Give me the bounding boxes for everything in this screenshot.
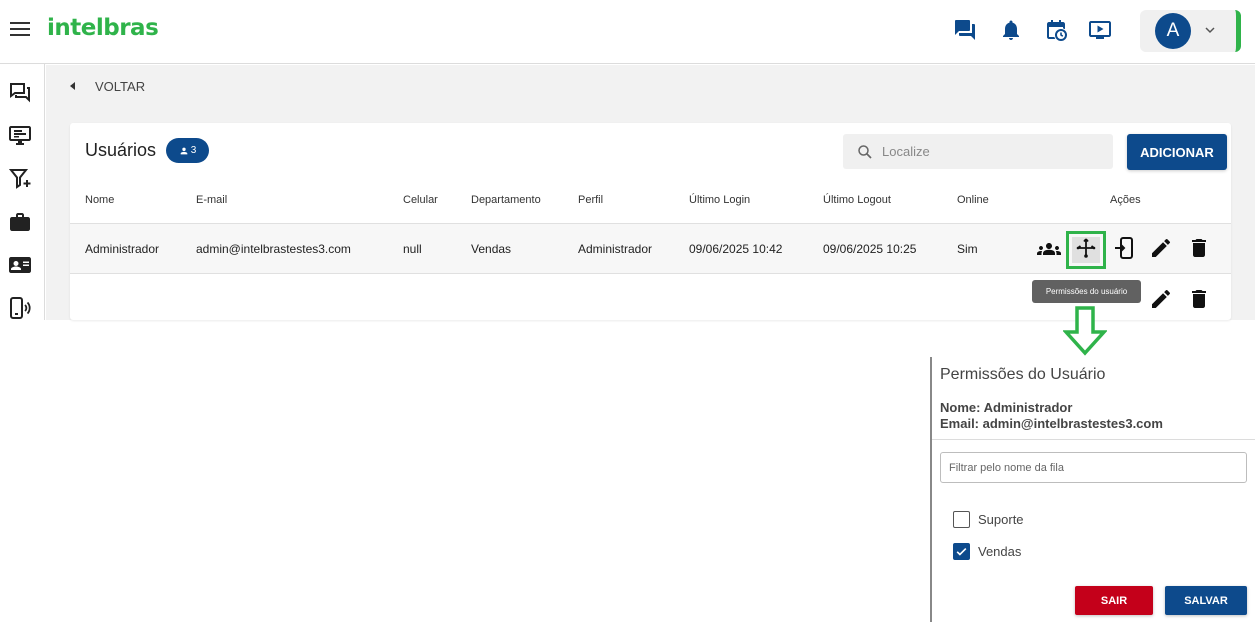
- chat-icon[interactable]: [8, 80, 32, 104]
- filter-add-icon[interactable]: [8, 166, 32, 190]
- search-box: [843, 134, 1113, 169]
- search-input[interactable]: [882, 144, 1102, 159]
- table-row[interactable]: Administrador admin@intelbrastestes3.com…: [70, 224, 1231, 274]
- caret-left-icon: [70, 82, 75, 90]
- edit-icon[interactable]: [1149, 287, 1173, 311]
- dialog-title: Permissões do Usuário: [940, 366, 1106, 383]
- option-vendas[interactable]: Vendas: [953, 542, 1021, 560]
- option-label: Suporte: [978, 511, 1024, 527]
- person-icon: [180, 147, 188, 154]
- dialog-user-email: Email: admin@intelbrastestes3.com: [940, 416, 1163, 431]
- chat-icon[interactable]: [953, 18, 977, 42]
- delete-icon[interactable]: [1187, 287, 1211, 311]
- exit-button[interactable]: SAIR: [1075, 586, 1153, 615]
- permissions-dialog: Permissões do Usuário Nome: Administrado…: [930, 357, 1255, 622]
- column-header-ultimo-login: Último Login: [689, 194, 751, 206]
- user-count: 3: [190, 145, 197, 156]
- chevron-down-icon: [1205, 27, 1215, 34]
- user-menu[interactable]: A: [1140, 10, 1241, 52]
- add-user-button[interactable]: ADICIONAR: [1127, 134, 1227, 170]
- permissions-tooltip: Permissões do usuário: [1032, 280, 1141, 303]
- option-label: Vendas: [978, 543, 1022, 559]
- column-header-nome: Nome: [85, 194, 115, 206]
- menu-icon[interactable]: [10, 22, 30, 38]
- cell-email: admin@intelbrastestes3.com: [196, 242, 351, 256]
- back-link[interactable]: VOLTAR: [70, 77, 145, 95]
- column-header-celular: Celular: [403, 194, 438, 206]
- cell-ultimo-logout: 09/06/2025 10:25: [823, 242, 917, 256]
- user-count-badge: 3: [166, 138, 209, 163]
- delete-icon[interactable]: [1187, 236, 1211, 260]
- column-header-departamento: Departamento: [471, 194, 541, 206]
- queue-filter-input[interactable]: [940, 452, 1247, 483]
- dialog-user-name: Nome: Administrador: [940, 400, 1073, 415]
- bell-icon[interactable]: [999, 18, 1023, 42]
- users-icon[interactable]: [1037, 237, 1061, 261]
- phone-signal-icon[interactable]: [8, 296, 32, 320]
- avatar: A: [1155, 13, 1191, 49]
- check-icon: [956, 547, 967, 556]
- app-root: intelbras A VOLTAR Usuários 3 Localize A…: [0, 0, 1255, 622]
- monitor-icon[interactable]: [8, 123, 32, 147]
- contact-card-icon[interactable]: [8, 253, 32, 277]
- calendar-clock-icon[interactable]: [1044, 18, 1068, 42]
- column-header-email: E-mail: [196, 194, 228, 206]
- cell-departamento: Vendas: [471, 242, 512, 256]
- briefcase-icon[interactable]: [8, 210, 32, 234]
- page-title: Usuários: [85, 140, 157, 160]
- top-bar: intelbras A: [0, 0, 1255, 64]
- checkbox-vendas[interactable]: [953, 542, 970, 560]
- dialog-divider: [932, 439, 1255, 440]
- save-button[interactable]: SALVAR: [1165, 586, 1247, 615]
- back-label: VOLTAR: [95, 78, 146, 94]
- column-header-acoes: Ações: [1110, 194, 1141, 206]
- arrow-down-icon: [1063, 306, 1107, 356]
- permissions-icon[interactable]: [1074, 236, 1098, 260]
- cell-perfil: Administrador: [578, 242, 653, 256]
- column-header-perfil: Perfil: [578, 194, 604, 206]
- intelbras-logo: intelbras: [47, 15, 159, 41]
- login-icon[interactable]: [1112, 236, 1136, 260]
- play-screen-icon[interactable]: [1088, 18, 1112, 42]
- cell-ultimo-login: 09/06/2025 10:42: [689, 242, 783, 256]
- search-icon: [858, 144, 872, 159]
- cell-celular: null: [403, 242, 422, 256]
- edit-icon[interactable]: [1149, 236, 1173, 260]
- option-suporte[interactable]: Suporte: [953, 510, 1024, 528]
- checkbox-suporte[interactable]: [953, 510, 970, 528]
- cell-nome: Administrador: [85, 242, 160, 256]
- column-header-ultimo-logout: Último Logout: [823, 194, 891, 206]
- column-header-online: Online: [957, 194, 989, 206]
- cell-online: Sim: [957, 242, 978, 256]
- sidebar: [0, 64, 45, 320]
